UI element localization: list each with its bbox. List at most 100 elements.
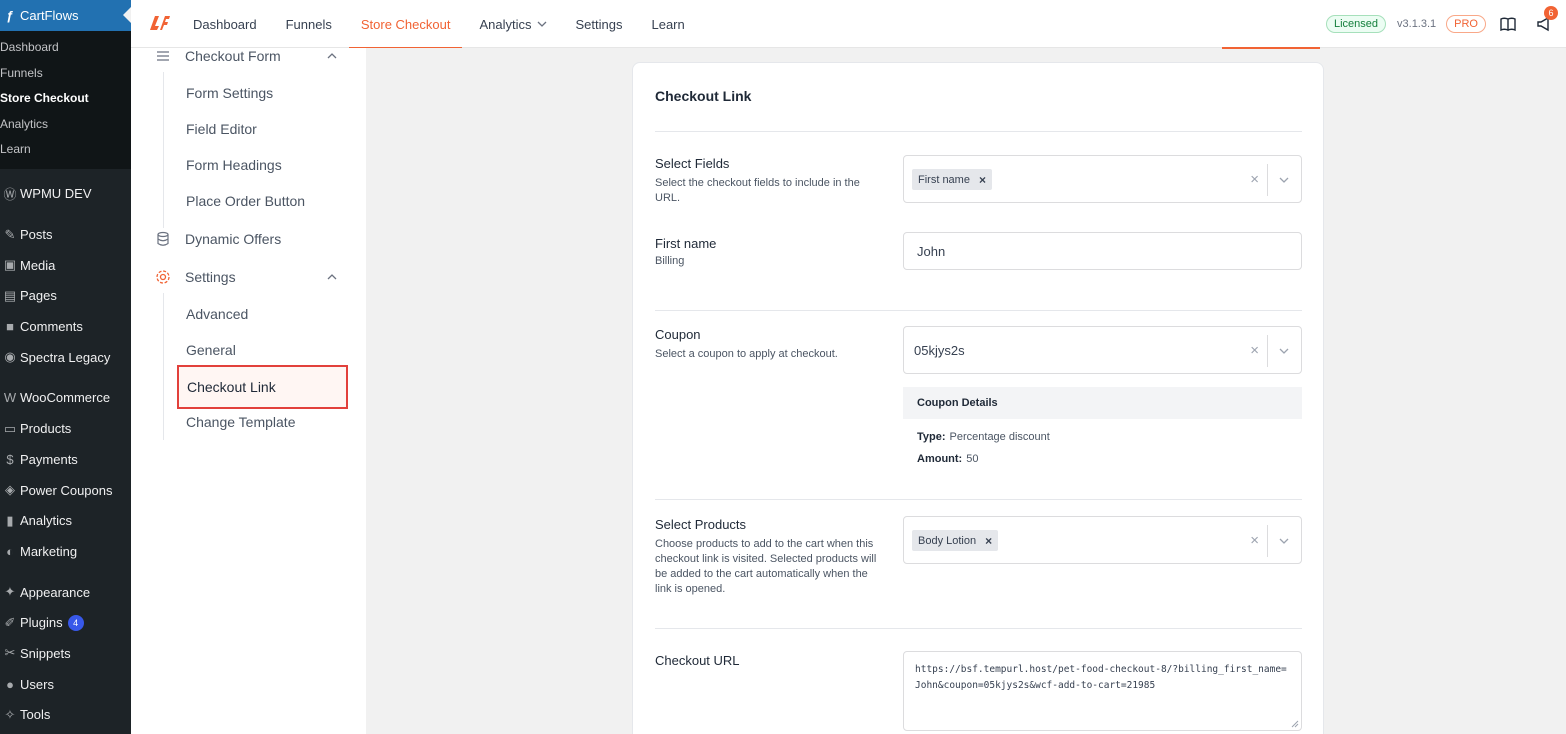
tab-analytics[interactable]: Analytics xyxy=(479,0,546,48)
nav-general[interactable]: General xyxy=(186,342,236,358)
sidebar-item-label: Tools xyxy=(20,707,51,723)
sidebar-item-tools[interactable]: ✧ Tools xyxy=(0,700,131,731)
clear-icon[interactable]: × xyxy=(1250,171,1259,188)
select-products-label: Select Products xyxy=(655,517,747,532)
group-settings[interactable]: Settings xyxy=(155,269,236,285)
sidebar-item-label: WooCommerce xyxy=(20,390,111,406)
group-label: Checkout Form xyxy=(185,48,281,64)
clear-icon[interactable]: × xyxy=(1250,532,1259,549)
select-products-description: Choose products to add to the cart when … xyxy=(655,538,877,595)
tab-funnels[interactable]: Funnels xyxy=(286,0,332,48)
divider xyxy=(655,628,1302,629)
sidebar-item-spectra-legacy[interactable]: ◉ Spectra Legacy xyxy=(0,342,131,373)
submenu-store-checkout[interactable]: Store Checkout xyxy=(0,86,131,112)
active-tab-indicator xyxy=(1222,47,1320,49)
tab-dashboard[interactable]: Dashboard xyxy=(193,0,257,48)
sidebar-item-label: Power Coupons xyxy=(20,482,113,498)
sidebar-item-plugins[interactable]: ✐ Plugins 4 xyxy=(0,607,131,638)
nav-place-order-button[interactable]: Place Order Button xyxy=(186,193,305,209)
sidebar-item-analytics[interactable]: ▮ Analytics xyxy=(0,505,131,536)
sidebar-item-settings[interactable]: ▦Settings xyxy=(0,730,131,734)
card-title: Checkout Link xyxy=(655,88,752,104)
nav-form-settings[interactable]: Form Settings xyxy=(186,85,273,101)
cartflows-submenu: Dashboard Funnels Store Checkout Analyti… xyxy=(0,31,131,169)
coupon-type-row: Type: Percentage discount xyxy=(917,431,1050,443)
sidebar-item-marketing[interactable]: ◐ Marketing xyxy=(0,536,131,567)
resize-grip-icon[interactable] xyxy=(1291,720,1299,728)
top-navigation: Dashboard Funnels Store Checkout Analyti… xyxy=(131,0,1566,48)
checkout-url-textarea[interactable]: https://bsf.tempurl.host/pet-food-checko… xyxy=(903,651,1302,731)
media-icon: ▣ xyxy=(3,257,17,273)
sidebar-item-snippets[interactable]: ✂ Snippets xyxy=(0,638,131,669)
sidebar-item-payments[interactable]: $ Payments xyxy=(0,444,131,475)
sidebar-item-wpmu-dev[interactable]: Ⓦ WPMU DEV xyxy=(0,179,131,210)
sidebar-item-posts[interactable]: ✎ Posts xyxy=(0,219,131,250)
tab-settings[interactable]: Settings xyxy=(576,0,623,48)
chevron-down-icon[interactable] xyxy=(1279,348,1289,354)
sidebar-item-power-coupons[interactable]: ◈ Power Coupons xyxy=(0,475,131,506)
coupon-description: Select a coupon to apply at checkout. xyxy=(655,348,838,360)
database-icon xyxy=(157,231,169,246)
sidebar-item-woocommerce[interactable]: W WooCommerce xyxy=(0,383,131,414)
menu-lines-icon xyxy=(157,51,169,61)
sidebar-item-label: Spectra Legacy xyxy=(20,349,111,365)
sidebar-item-label: Payments xyxy=(20,451,78,467)
clear-icon[interactable]: × xyxy=(1250,342,1259,359)
announcements-button[interactable]: 6 xyxy=(1536,6,1558,32)
coupon-select[interactable]: 05kjys2s × xyxy=(903,326,1302,374)
select-fields-multiselect[interactable]: First name × × xyxy=(903,155,1302,203)
chevron-down-icon[interactable] xyxy=(1279,177,1289,183)
pro-badge[interactable]: PRO xyxy=(1446,15,1486,33)
sidebar-item-label: Plugins xyxy=(20,615,63,631)
sidebar-item-products[interactable]: ▭ Products xyxy=(0,413,131,444)
checkout-url-value: https://bsf.tempurl.host/pet-food-checko… xyxy=(915,664,1287,691)
tab-store-checkout[interactable]: Store Checkout xyxy=(348,0,463,48)
coupon-type-value: Percentage discount xyxy=(949,431,1050,443)
cartflows-logo-icon[interactable] xyxy=(147,12,171,34)
tab-learn[interactable]: Learn xyxy=(651,0,684,48)
sidebar-item-cartflows[interactable]: ƒ CartFlows xyxy=(0,0,131,31)
coupon-type-label: Type: xyxy=(917,431,946,443)
select-products-multiselect[interactable]: Body Lotion × × xyxy=(903,516,1302,564)
wpmu-icon: Ⓦ xyxy=(3,187,17,203)
nav-field-editor[interactable]: Field Editor xyxy=(186,121,257,137)
nav-change-template[interactable]: Change Template xyxy=(186,414,295,430)
nav-form-headings[interactable]: Form Headings xyxy=(186,157,282,173)
sidebar-item-comments[interactable]: ■ Comments xyxy=(0,311,131,342)
select-fields-label: Select Fields xyxy=(655,156,730,171)
sidebar-item-media[interactable]: ▣ Media xyxy=(0,250,131,281)
sidebar-item-users[interactable]: ● Users xyxy=(0,669,131,700)
pin-icon: ✎ xyxy=(4,226,16,242)
chevron-up-icon[interactable] xyxy=(327,274,337,280)
group-label: Dynamic Offers xyxy=(185,231,282,247)
book-icon[interactable] xyxy=(1500,17,1516,31)
plugins-icon: ✐ xyxy=(4,614,16,630)
divider xyxy=(655,499,1302,500)
submenu-funnels[interactable]: Funnels xyxy=(0,61,131,87)
group-dynamic-offers[interactable]: Dynamic Offers xyxy=(155,231,281,247)
coupon-value: 05kjys2s xyxy=(914,343,965,358)
sidebar-item-pages[interactable]: ▤ Pages xyxy=(0,281,131,312)
select-fields-description: Select the checkout fields to include in… xyxy=(655,177,860,204)
top-nav-right: Licensed v3.1.3.1 PRO 6 xyxy=(1325,0,1558,48)
submenu-learn[interactable]: Learn xyxy=(0,137,131,163)
first-name-input[interactable]: John xyxy=(903,232,1302,270)
remove-chip-icon[interactable]: × xyxy=(985,534,992,548)
submenu-analytics[interactable]: Analytics xyxy=(0,112,131,138)
chevron-down-icon[interactable] xyxy=(1279,538,1289,544)
payments-icon: $ xyxy=(6,451,14,467)
sidebar-item-label: Snippets xyxy=(20,645,71,661)
top-nav-tabs: Dashboard Funnels Store Checkout Analyti… xyxy=(193,0,714,48)
remove-chip-icon[interactable]: × xyxy=(979,173,986,187)
group-checkout-form[interactable]: Checkout Form xyxy=(155,48,281,64)
submenu-guide-line xyxy=(163,293,164,440)
first-name-label: First name xyxy=(655,236,717,251)
notification-count-badge: 6 xyxy=(1544,6,1558,20)
nav-advanced[interactable]: Advanced xyxy=(186,306,248,322)
sidebar-item-appearance[interactable]: ✦ Appearance xyxy=(0,577,131,608)
group-label: Settings xyxy=(185,269,236,285)
submenu-dashboard[interactable]: Dashboard xyxy=(0,35,131,61)
nav-checkout-link[interactable]: Checkout Link xyxy=(177,365,348,409)
chevron-up-icon[interactable] xyxy=(327,53,337,59)
sidebar-item-label: Pages xyxy=(20,288,57,304)
